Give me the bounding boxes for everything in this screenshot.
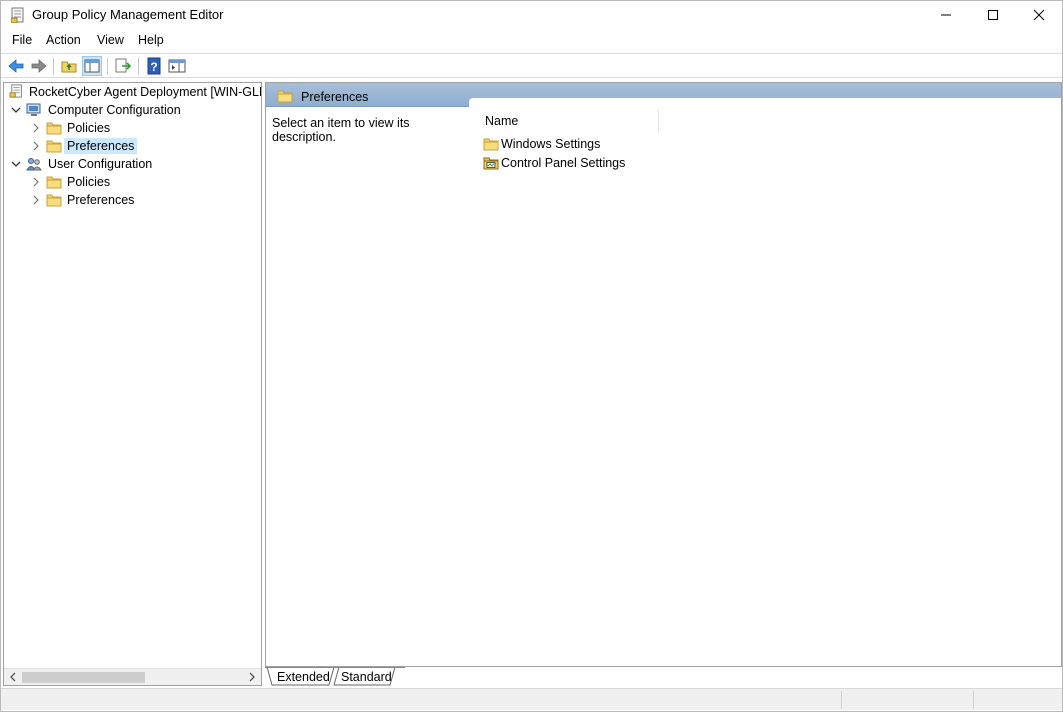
tree-item-label: Policies: [67, 121, 111, 135]
toolbar-separator: [107, 58, 108, 75]
description-panel: Select an item to view its description.: [266, 108, 469, 666]
close-icon: [1033, 9, 1045, 21]
details-pane: Preferences Select an item to view its d…: [265, 82, 1062, 667]
users-icon: [26, 158, 42, 171]
tree-item-label: Preferences: [67, 193, 135, 207]
folder-icon: [277, 90, 293, 103]
maximize-button[interactable]: [970, 1, 1016, 29]
status-bar: [1, 688, 1062, 710]
tree-item-user-preferences[interactable]: Preferences: [4, 191, 261, 209]
chevron-right-icon[interactable]: [30, 140, 42, 152]
export-list-button[interactable]: [113, 56, 133, 76]
forward-icon: [31, 59, 47, 73]
minimize-button[interactable]: [923, 1, 969, 29]
folder-icon: [46, 176, 62, 189]
tree-item-computer-configuration[interactable]: Computer Configuration: [4, 101, 261, 119]
menu-help[interactable]: Help: [138, 33, 164, 47]
menu-file[interactable]: File: [12, 33, 32, 47]
folder-icon: [483, 138, 499, 151]
menu-action[interactable]: Action: [46, 33, 81, 47]
list-item-label: Windows Settings: [501, 137, 601, 151]
maximize-icon: [988, 10, 998, 20]
scrollbar-thumb[interactable]: [22, 672, 145, 683]
minimize-icon: [941, 14, 951, 16]
tree-root[interactable]: RocketCyber Agent Deployment [WIN-GLLP: [7, 83, 262, 101]
column-header-label: Name: [485, 114, 519, 128]
chevron-right-icon[interactable]: [30, 176, 42, 188]
view-tabs: Extended Standard: [265, 667, 1062, 687]
status-separator: [973, 691, 974, 709]
column-divider[interactable]: [658, 110, 659, 132]
menu-bar: File Action View Help: [1, 30, 1062, 52]
show-hide-console-tree-icon: [84, 59, 100, 73]
toolbar: ?: [1, 53, 1062, 78]
description-text: Select an item to view its description.: [272, 116, 410, 144]
up-level-button[interactable]: [59, 56, 79, 76]
tab-label: Standard: [341, 670, 392, 684]
computer-icon: [26, 103, 41, 116]
tree-item-label: Policies: [67, 175, 111, 189]
window-title: Group Policy Management Editor: [32, 7, 224, 22]
folder-icon: [46, 140, 62, 153]
column-header-name[interactable]: Name: [469, 98, 659, 134]
chevron-down-icon[interactable]: [10, 104, 22, 116]
up-folder-icon: [61, 61, 77, 73]
tab-label: Extended: [277, 670, 330, 684]
items-list[interactable]: Name Windows Settings Control Panel Sett…: [469, 98, 1061, 666]
list-item-control-panel-settings[interactable]: Control Panel Settings: [469, 154, 669, 173]
toolbar-separator: [53, 58, 54, 75]
title-bar[interactable]: Group Policy Management Editor: [1, 1, 1062, 29]
close-button[interactable]: [1016, 1, 1062, 29]
chevron-right-icon[interactable]: [30, 194, 42, 206]
tree-horizontal-scrollbar[interactable]: [4, 668, 261, 685]
toolbar-separator: [138, 58, 139, 75]
scroll-left-icon[interactable]: [8, 671, 18, 683]
chevron-down-icon[interactable]: [10, 158, 22, 170]
tree-root-label: RocketCyber Agent Deployment [WIN-GLLP: [29, 85, 262, 99]
help-button[interactable]: ?: [144, 56, 164, 76]
help-icon: ?: [147, 57, 161, 75]
console-tree[interactable]: RocketCyber Agent Deployment [WIN-GLLP C…: [3, 82, 262, 686]
tree-item-user-policies[interactable]: Policies: [4, 173, 261, 191]
gpo-editor-icon: [11, 7, 24, 23]
show-action-pane-button[interactable]: [167, 56, 187, 76]
tree-item-label-selected: Preferences: [64, 138, 138, 154]
gpo-editor-window: Group Policy Management Editor File Acti…: [0, 0, 1063, 712]
back-icon: [8, 59, 24, 73]
scroll-right-icon[interactable]: [247, 671, 257, 683]
folder-icon: [46, 194, 62, 207]
forward-button[interactable]: [29, 56, 49, 76]
tab-extended[interactable]: Extended: [272, 667, 332, 687]
tree-item-computer-policies[interactable]: Policies: [4, 119, 261, 137]
list-item-windows-settings[interactable]: Windows Settings: [469, 135, 669, 154]
chevron-right-icon[interactable]: [30, 122, 42, 134]
list-item-label: Control Panel Settings: [501, 156, 626, 170]
status-separator: [841, 691, 842, 709]
back-button[interactable]: [6, 56, 26, 76]
export-list-icon: [115, 58, 132, 73]
tree-item-user-configuration[interactable]: User Configuration: [4, 155, 261, 173]
gpo-icon: [9, 84, 22, 98]
details-header-title: Preferences: [301, 90, 369, 104]
tab-standard[interactable]: Standard: [335, 667, 395, 687]
tree-item-computer-preferences[interactable]: Preferences: [4, 137, 261, 155]
tree-item-label: Computer Configuration: [48, 103, 181, 117]
tree-item-label: User Configuration: [48, 157, 153, 171]
show-action-pane-icon: [168, 59, 186, 73]
folder-icon: [46, 122, 62, 135]
menu-view[interactable]: View: [97, 33, 124, 47]
show-hide-console-tree-button[interactable]: [82, 56, 102, 76]
svg-text:?: ?: [150, 60, 157, 74]
control-panel-folder-icon: [483, 157, 499, 170]
